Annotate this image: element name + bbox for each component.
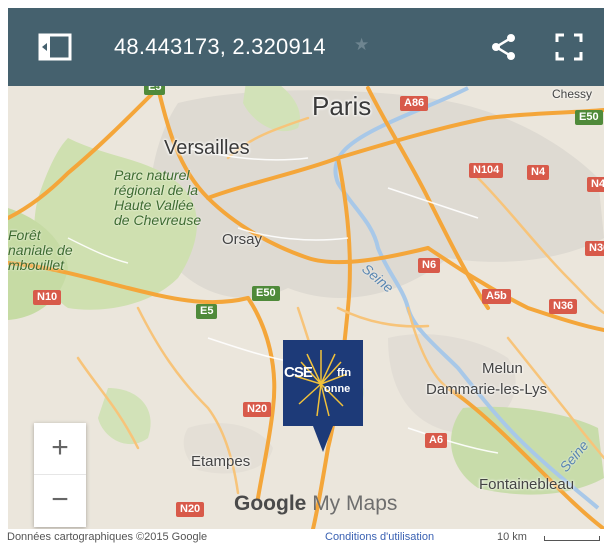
map-canvas[interactable] [8, 8, 604, 529]
map-header-bar: 48.443173, 2.320914 ★ [8, 8, 604, 86]
scale-label: 10 km [497, 531, 527, 543]
fullscreen-icon[interactable] [554, 32, 584, 62]
map-footer: Données cartographiques ©2015 Google Con… [0, 529, 612, 546]
coordinates-title: 48.443173, 2.320914 [114, 34, 326, 59]
google-my-maps-logo: Google My Maps [234, 492, 397, 516]
scale-bar [544, 536, 600, 541]
starburst-icon [294, 350, 348, 417]
share-icon[interactable] [490, 32, 518, 62]
favorite-star-icon[interactable]: ★ [354, 35, 369, 55]
my-maps-wordmark: My Maps [312, 492, 398, 515]
toggle-sidebar-icon[interactable] [38, 32, 74, 62]
map-viewport[interactable]: 48.443173, 2.320914 ★ Paris Versailles O… [8, 8, 604, 529]
map-attribution: Données cartographiques ©2015 Google [7, 531, 208, 543]
logo-text-onne: onne [324, 383, 351, 395]
logo-text-cse: CSE [284, 364, 313, 381]
map-pin-icon[interactable] [312, 426, 334, 454]
zoom-out-button[interactable]: − [34, 475, 86, 527]
zoom-in-button[interactable]: + [34, 423, 86, 475]
zoom-controls: + − [34, 423, 86, 527]
google-wordmark: Google [234, 492, 307, 515]
logo-text-ffn: ffn [337, 367, 352, 379]
location-marker-logo[interactable]: CSE ffn onne [283, 340, 363, 426]
terms-of-use-link[interactable]: Conditions d'utilisation [325, 531, 434, 543]
